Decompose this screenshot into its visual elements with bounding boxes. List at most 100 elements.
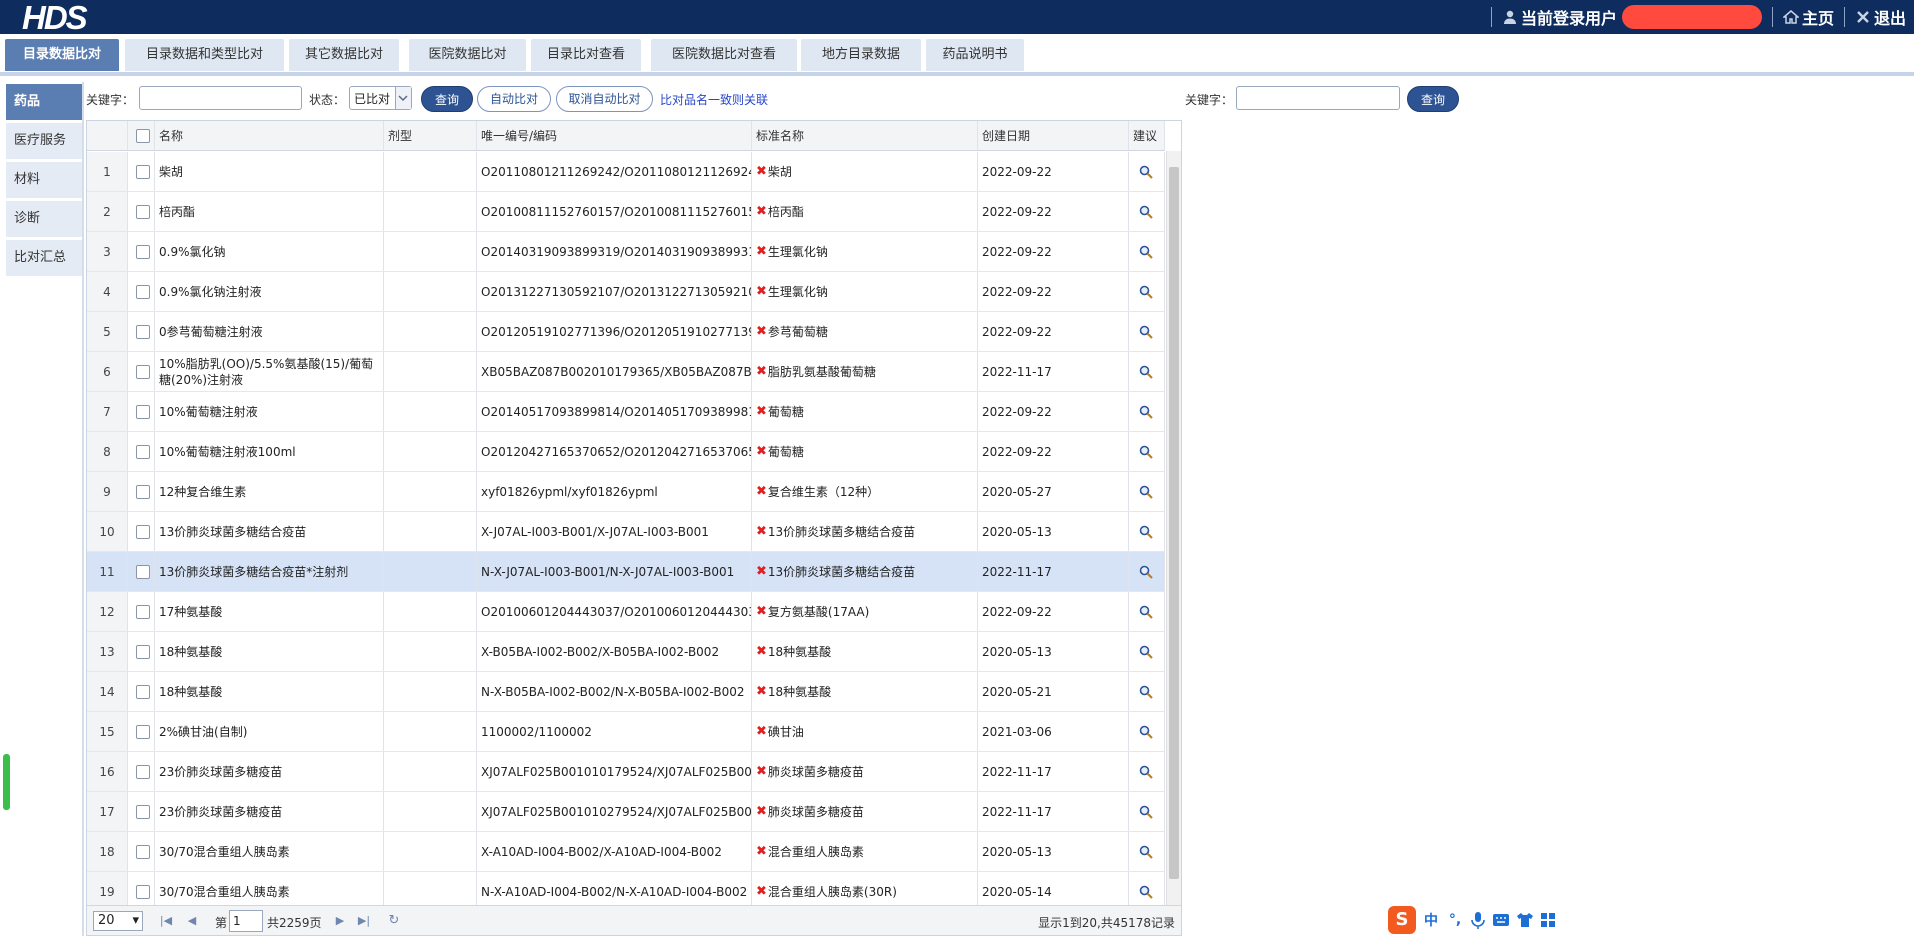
search-icon[interactable] [1139, 405, 1153, 419]
tab-catalog-compare[interactable]: 目录数据比对 [5, 39, 119, 71]
search-icon[interactable] [1139, 365, 1153, 379]
toolbox-icon[interactable] [1540, 912, 1556, 928]
row-checkbox[interactable] [136, 684, 150, 699]
table-row[interactable]: 12 17种氨基酸 O20100601204443037/O201006012044… [87, 592, 1165, 632]
scrollbar-thumb[interactable] [1169, 167, 1179, 879]
right-keyword-input[interactable] [1236, 86, 1400, 110]
cell-suggestion[interactable] [1129, 832, 1165, 871]
search-icon[interactable] [1139, 765, 1153, 779]
microphone-icon[interactable] [1470, 911, 1486, 929]
logout-link[interactable]: 退出 [1855, 5, 1906, 29]
cell-suggestion[interactable] [1129, 792, 1165, 831]
table-row[interactable]: 6 10%脂肪乳(OO)/5.5%氨基酸(15)/葡萄糖(20%)注射液 XB05B… [87, 352, 1165, 392]
refresh-icon[interactable]: ↻ [387, 914, 401, 928]
cell-suggestion[interactable] [1129, 552, 1165, 591]
table-row[interactable]: 4 0.9%氯化钠注射液 O20131227130592107/O201312271… [87, 272, 1165, 312]
side-scroll-indicator[interactable] [3, 754, 10, 810]
row-checkbox[interactable] [136, 244, 150, 259]
cell-suggestion[interactable] [1129, 392, 1165, 431]
table-row[interactable]: 13 18种氨基酸 X-B05BA-I002-B002/X-B05BA-I002-B… [87, 632, 1165, 672]
page-number-input[interactable]: 1 [229, 910, 263, 932]
sidebar-item-diagnosis[interactable]: 诊断 [6, 201, 82, 237]
first-page-icon[interactable]: |◀ [159, 914, 173, 928]
search-icon[interactable] [1139, 205, 1153, 219]
row-checkbox[interactable] [136, 564, 150, 579]
search-icon[interactable] [1139, 325, 1153, 339]
table-row[interactable]: 9 12种复合维生素 xyf01826ypml/xyf01826ypml ✖ 复合维生素… [87, 472, 1165, 512]
header-form[interactable]: 剂型 [384, 121, 477, 150]
tab-local-catalog[interactable]: 地方目录数据 [801, 39, 921, 71]
table-row[interactable]: 17 23价肺炎球菌多糖疫苗 XJ07ALF025B001010279524/XJ0… [87, 792, 1165, 832]
cell-suggestion[interactable] [1129, 432, 1165, 471]
row-checkbox[interactable] [136, 444, 150, 459]
row-checkbox[interactable] [136, 324, 150, 339]
row-checkbox[interactable] [136, 484, 150, 499]
cell-suggestion[interactable] [1129, 752, 1165, 791]
tab-hospital-compare[interactable]: 医院数据比对 [409, 39, 526, 71]
cancel-auto-compare-button[interactable]: 取消自动比对 [556, 86, 653, 112]
tab-compare-view[interactable]: 目录比对查看 [531, 39, 641, 71]
table-row[interactable]: 11 13价肺炎球菌多糖结合疫苗*注射剂 N-X-J07AL-I003-B001/N… [87, 552, 1165, 592]
cell-suggestion[interactable] [1129, 232, 1165, 271]
search-icon[interactable] [1139, 445, 1153, 459]
cell-suggestion[interactable] [1129, 352, 1165, 391]
ime-punctuation[interactable]: °, [1446, 912, 1464, 928]
cell-suggestion[interactable] [1129, 192, 1165, 231]
ime-language[interactable]: 中 [1422, 910, 1440, 930]
row-checkbox[interactable] [136, 844, 150, 859]
sogou-icon[interactable]: S [1388, 906, 1416, 934]
search-icon[interactable] [1139, 805, 1153, 819]
search-icon[interactable] [1139, 245, 1153, 259]
match-name-link[interactable]: 比对品名一致则关联 [660, 91, 768, 108]
skin-icon[interactable] [1516, 912, 1534, 928]
right-query-button[interactable]: 查询 [1407, 86, 1459, 112]
row-checkbox[interactable] [136, 204, 150, 219]
table-row[interactable]: 7 10%葡萄糖注射液 O20140517093899814/O2014051709… [87, 392, 1165, 432]
row-checkbox[interactable] [136, 804, 150, 819]
header-suggestion[interactable]: 建议 [1129, 121, 1165, 150]
tab-hospital-compare-view[interactable]: 医院数据比对查看 [651, 39, 797, 71]
row-checkbox[interactable] [136, 644, 150, 659]
search-icon[interactable] [1139, 885, 1153, 899]
status-select[interactable]: 已比对 [349, 86, 412, 110]
table-row[interactable]: 5 0参芎葡萄糖注射液 O20120519102771396/O2012051910… [87, 312, 1165, 352]
sidebar-item-medical-service[interactable]: 医疗服务 [6, 123, 82, 159]
search-icon[interactable] [1139, 725, 1153, 739]
cell-suggestion[interactable] [1129, 632, 1165, 671]
next-page-icon[interactable]: ▶ [333, 914, 347, 928]
header-name[interactable]: 名称 [155, 121, 384, 150]
cell-suggestion[interactable] [1129, 272, 1165, 311]
table-row[interactable]: 10 13价肺炎球菌多糖结合疫苗 X-J07AL-I003-B001/X-J07AL… [87, 512, 1165, 552]
header-created-date[interactable]: 创建日期 [978, 121, 1129, 150]
table-row[interactable]: 8 10%葡萄糖注射液100ml O20120427165370652/O20120… [87, 432, 1165, 472]
tab-catalog-type-compare[interactable]: 目录数据和类型比对 [125, 39, 284, 71]
cell-suggestion[interactable] [1129, 152, 1165, 191]
auto-compare-button[interactable]: 自动比对 [477, 86, 551, 112]
search-icon[interactable] [1139, 645, 1153, 659]
cell-suggestion[interactable] [1129, 712, 1165, 751]
last-page-icon[interactable]: ▶| [357, 914, 371, 928]
row-checkbox[interactable] [136, 164, 150, 179]
home-link[interactable]: 主页 [1782, 5, 1834, 29]
table-row[interactable]: 16 23价肺炎球菌多糖疫苗 XJ07ALF025B001010179524/XJ0… [87, 752, 1165, 792]
query-button[interactable]: 查询 [421, 86, 473, 112]
page-size-select[interactable]: 20 ▾ [93, 911, 143, 931]
tab-other-compare[interactable]: 其它数据比对 [289, 39, 399, 71]
search-icon[interactable] [1139, 485, 1153, 499]
select-all-checkbox[interactable] [136, 128, 150, 143]
row-checkbox[interactable] [136, 724, 150, 739]
tab-drug-manual[interactable]: 药品说明书 [926, 39, 1024, 71]
sidebar-item-summary[interactable]: 比对汇总 [6, 240, 82, 276]
table-row[interactable]: 18 30/70混合重组人胰岛素 X-A10AD-I004-B002/X-A10AD… [87, 832, 1165, 872]
cell-suggestion[interactable] [1129, 592, 1165, 631]
cell-suggestion[interactable] [1129, 512, 1165, 551]
vertical-scrollbar[interactable] [1166, 151, 1181, 905]
row-checkbox[interactable] [136, 524, 150, 539]
row-checkbox[interactable] [136, 284, 150, 299]
header-code[interactable]: 唯一编号/编码 [477, 121, 752, 150]
header-standard-name[interactable]: 标准名称 [752, 121, 978, 150]
search-icon[interactable] [1139, 285, 1153, 299]
table-row[interactable]: 1 柴胡 O20110801211269242/O20110801211269242… [87, 152, 1165, 192]
table-row[interactable]: 14 18种氨基酸 N-X-B05BA-I002-B002/N-X-B05BA-I0… [87, 672, 1165, 712]
row-checkbox[interactable] [136, 764, 150, 779]
